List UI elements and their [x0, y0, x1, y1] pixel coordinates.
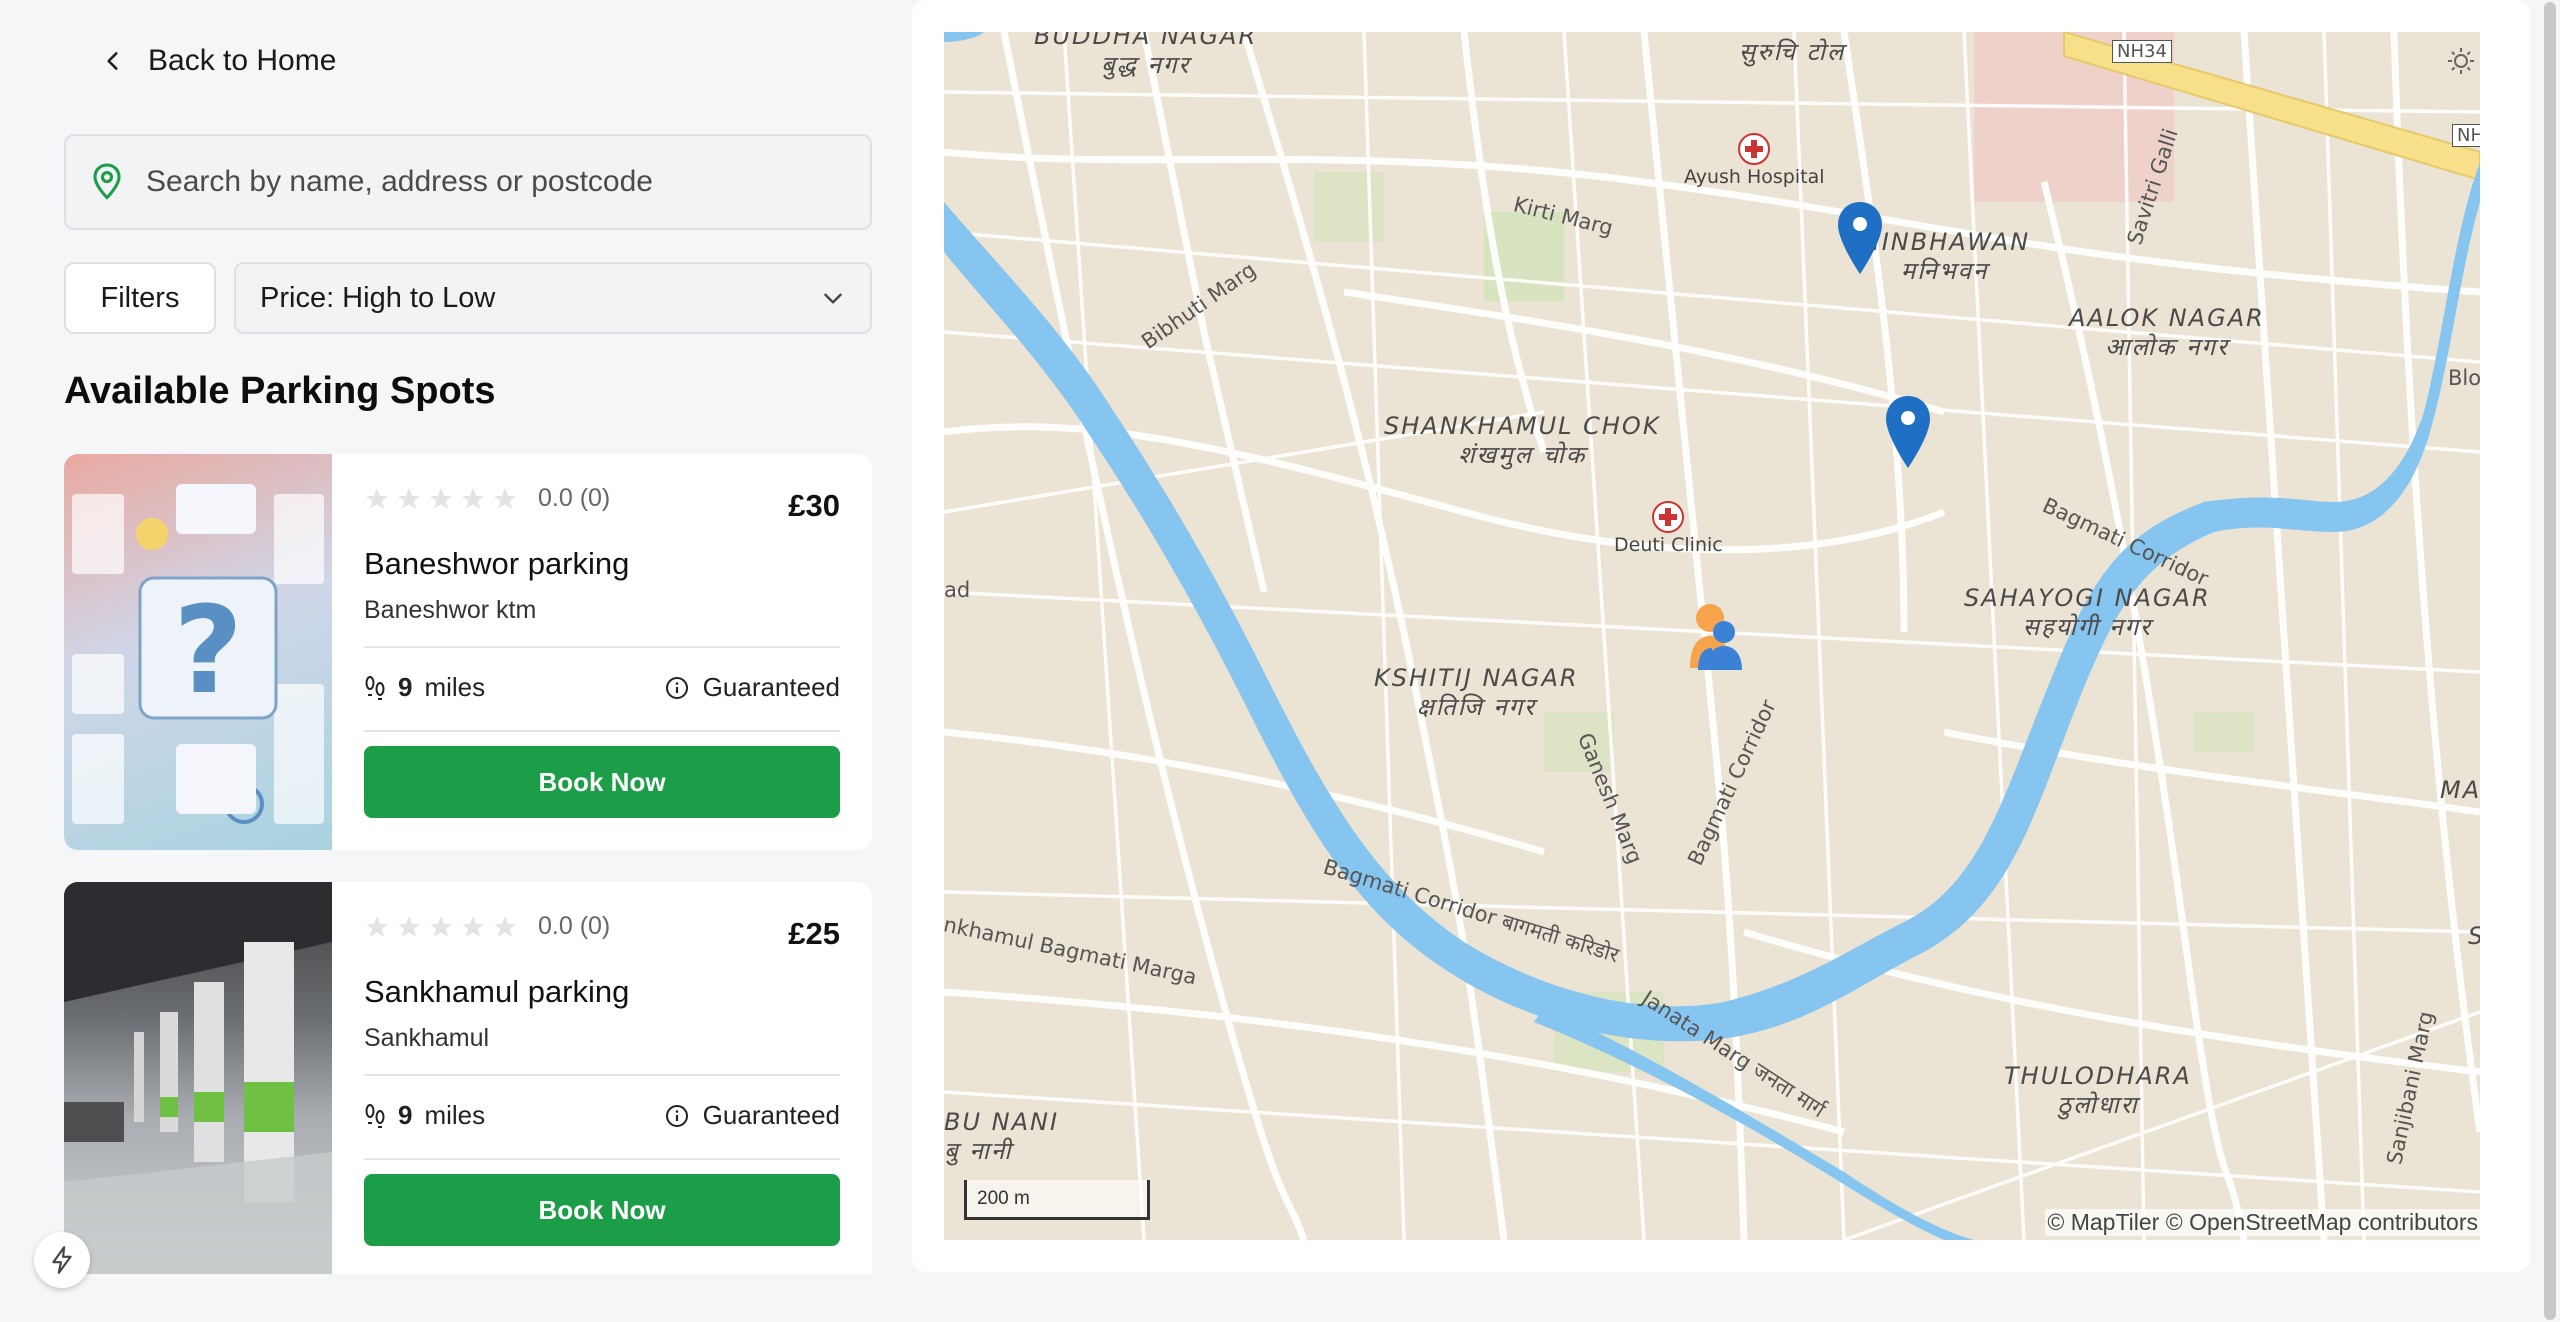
svg-text:?: ? [173, 582, 243, 721]
road-label: ad [944, 578, 971, 602]
list-heading: Available Parking Spots [64, 370, 496, 412]
page-scrollbar[interactable] [2544, 2, 2556, 1320]
lightning-icon [52, 1246, 72, 1274]
distance: 9 miles [364, 1100, 485, 1131]
rating-text: 0.0 (0) [538, 912, 611, 940]
area-label: THULODHARA ठुलोधारा [2004, 1062, 2192, 1119]
parking-address: Sankhamul [364, 1024, 490, 1052]
star-icon [494, 487, 516, 509]
distance-value: 9 [398, 1100, 413, 1130]
star-rating: 0.0 (0) [364, 484, 610, 513]
area-label: SHANKHAMUL CHOK शंखमुल चोक [1384, 412, 1661, 469]
distance-unit: miles [424, 1100, 486, 1130]
listing-panel: Back to Home Filters Price: High to Low … [64, 0, 872, 1322]
divider [364, 646, 840, 648]
info-icon [665, 676, 688, 699]
star-icon [366, 915, 388, 937]
info-icon [665, 1104, 688, 1127]
star-icon [430, 915, 452, 937]
chevron-down-icon [824, 293, 842, 304]
map-panel: BUDDHA NAGAR बुद्ध नगर सुरुचि टोल MINBHAW… [912, 0, 2530, 1272]
sort-value: Price: High to Low [260, 281, 496, 314]
star-icon [398, 915, 420, 937]
star-icon [462, 915, 484, 937]
sort-select[interactable]: Price: High to Low [234, 262, 872, 334]
area-label: MINBHAWAN मनिभवन [1859, 228, 2031, 285]
area-label: सुरुचि टोल [1739, 38, 1846, 66]
divider [364, 1074, 840, 1076]
back-label: Back to Home [148, 44, 337, 77]
map-scale: 200 m [964, 1180, 1150, 1220]
highway-shield: NH [2452, 124, 2480, 147]
map[interactable]: BUDDHA NAGAR बुद्ध नगर सुरुचि टोल MINBHAW… [944, 32, 2480, 1240]
book-now-button[interactable]: Book Now [364, 1174, 840, 1246]
poi-deuti-clinic[interactable]: Deuti Clinic [1614, 500, 1723, 556]
quick-action-button[interactable] [34, 1232, 90, 1288]
star-icon [494, 915, 516, 937]
parking-marker-icon[interactable] [1884, 394, 1932, 470]
search-box [64, 134, 872, 230]
map-attribution[interactable]: © MapTiler © OpenStreetMap contributors [2045, 1209, 2480, 1236]
area-label: KSHITIJ NAGAR क्षतिजि नगर [1374, 664, 1579, 721]
star-icon [430, 487, 452, 509]
distance: 9 miles [364, 672, 485, 703]
book-now-button[interactable]: Book Now [364, 746, 840, 818]
divider [364, 730, 840, 732]
area-label: S [2468, 922, 2480, 951]
back-to-home-link[interactable]: Back to Home [100, 44, 336, 78]
user-location-icon [1690, 604, 1742, 670]
parking-image [64, 882, 332, 1274]
price: £30 [788, 488, 840, 523]
highway-shield: NH34 [2112, 40, 2172, 63]
chevron-left-icon [107, 52, 118, 70]
star-icon [398, 487, 420, 509]
road-label: Bloo [2448, 366, 2480, 390]
parking-card: ? 0.0 (0) £30 Baneshwor parking Baneshwo… [64, 454, 872, 850]
guarantee-label: Guaranteed [702, 1100, 840, 1130]
area-label: SAHAYOGI NAGAR सहयोगी नगर [1964, 584, 2211, 641]
location-pin-icon [93, 163, 121, 200]
footsteps-icon [365, 675, 385, 700]
parking-name: Sankhamul parking [364, 974, 630, 1009]
parking-name: Baneshwor parking [364, 546, 630, 581]
price: £25 [788, 916, 840, 951]
area-label: BU NANI बु नानी [944, 1108, 1060, 1165]
sun-icon[interactable] [2446, 46, 2476, 76]
area-label: MA [2440, 776, 2480, 804]
area-label: BUDDHA NAGAR बुद्ध नगर [1034, 32, 1258, 79]
rating-text: 0.0 (0) [538, 484, 611, 512]
guarantee-badge: Guaranteed [665, 1100, 840, 1131]
parking-image: ? [64, 454, 332, 850]
parking-card-body: 0.0 (0) £30 Baneshwor parking Baneshwor … [332, 454, 872, 850]
parking-card-body: 0.0 (0) £25 Sankhamul parking Sankhamul … [332, 882, 872, 1274]
distance-unit: miles [424, 672, 486, 702]
divider [364, 1158, 840, 1160]
area-label: AALOK NAGAR आलोक नगर [2069, 304, 2265, 361]
poi-ayush-hospital[interactable]: Ayush Hospital [1684, 132, 1825, 188]
parking-card: 0.0 (0) £25 Sankhamul parking Sankhamul … [64, 882, 872, 1274]
hospital-icon [1738, 133, 1771, 165]
footsteps-icon [365, 1103, 385, 1128]
guarantee-badge: Guaranteed [665, 672, 840, 703]
star-icon [366, 487, 388, 509]
distance-value: 9 [398, 672, 413, 702]
parking-address: Baneshwor ktm [364, 596, 537, 624]
clinic-icon [1652, 501, 1685, 533]
guarantee-label: Guaranteed [702, 672, 840, 702]
star-rating: 0.0 (0) [364, 912, 610, 941]
search-input[interactable] [146, 165, 846, 199]
parking-marker-icon[interactable] [1836, 200, 1884, 276]
star-icon [462, 487, 484, 509]
filters-button[interactable]: Filters [64, 262, 216, 334]
